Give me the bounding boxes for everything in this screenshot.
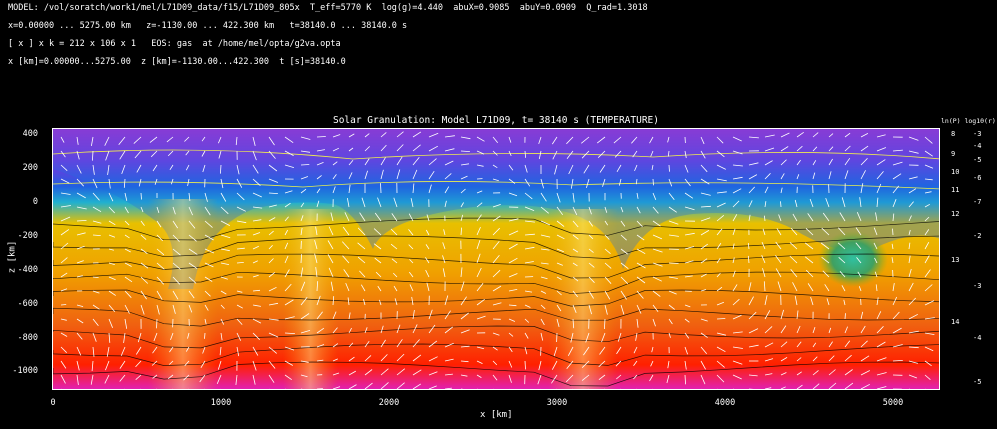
velocity-arrow xyxy=(652,388,653,389)
y-tick-minus200: -200 xyxy=(17,231,38,241)
right-tick-a-11: 11 xyxy=(951,186,960,194)
x-tick-2000: 2000 xyxy=(378,398,400,408)
y-tick-200: 200 xyxy=(22,163,38,173)
velocity-arrow xyxy=(733,388,734,389)
right-tick-b-1: -3 xyxy=(973,130,982,138)
velocity-arrow xyxy=(253,388,254,389)
header-line-ranges: x=0.00000 ... 5275.00 km z=-1130.00 ... … xyxy=(8,21,408,31)
right-tick-a-8: 8 xyxy=(951,130,956,138)
x-tick-1000: 1000 xyxy=(210,398,232,408)
right-tick-a-10: 10 xyxy=(951,168,960,176)
header-line-units: x [km]=0.00000...5275.00 z [km]=-1130.00… xyxy=(8,57,346,67)
y-tick-minus800: -800 xyxy=(17,333,38,343)
velocity-arrow xyxy=(509,388,510,389)
right-tick-b-8: -4 xyxy=(973,334,982,342)
plot-title: Solar Granulation: Model L71D09, t= 3814… xyxy=(332,115,659,126)
downflow-lane-1 xyxy=(148,199,218,389)
velocity-arrow xyxy=(60,304,67,306)
velocity-arrow xyxy=(892,228,894,236)
right-tick-a-13: 13 xyxy=(951,256,960,264)
right-tick-b-7: -3 xyxy=(973,282,982,290)
velocity-arrow xyxy=(604,388,605,389)
right-tick-b-2: -4 xyxy=(973,142,982,150)
velocity-arrow xyxy=(909,388,911,389)
velocity-arrow xyxy=(717,388,718,389)
x-axis-label: x [km] xyxy=(480,410,513,420)
velocity-arrow xyxy=(652,178,654,186)
right-tick-b-4: -6 xyxy=(973,174,982,182)
velocity-arrow xyxy=(540,388,541,389)
velocity-arrow xyxy=(493,388,494,389)
velocity-arrow xyxy=(668,164,670,172)
velocity-arrow xyxy=(204,388,205,389)
velocity-arrow xyxy=(156,388,157,389)
velocity-arrow xyxy=(380,183,382,194)
velocity-arrow xyxy=(236,388,237,389)
right-tick-b-6: -2 xyxy=(973,232,982,240)
velocity-arrow xyxy=(301,388,303,389)
velocity-arrow xyxy=(685,388,686,389)
velocity-arrow xyxy=(749,388,754,389)
y-axis-label: z [km] xyxy=(7,240,18,274)
temperature-field-image xyxy=(53,129,939,389)
x-tick-4000: 4000 xyxy=(714,398,736,408)
velocity-arrow xyxy=(780,201,782,208)
velocity-arrow xyxy=(220,388,221,389)
y-tick-0: 0 xyxy=(32,197,38,207)
velocity-arrow xyxy=(172,388,173,389)
velocity-arrow xyxy=(588,388,589,389)
velocity-arrow xyxy=(556,388,557,389)
velocity-arrow xyxy=(716,318,726,320)
velocity-arrow xyxy=(140,388,141,389)
velocity-arrow xyxy=(92,388,93,389)
right-axis: 8 9 10 11 12 13 14 -3 -4 -5 -6 -7 -2 -3 … xyxy=(941,128,997,390)
model-info-header: MODEL: /vol/soratch/work1/mel/L71D09_dat… xyxy=(8,4,648,76)
velocity-arrow xyxy=(300,164,310,166)
velocity-arrow xyxy=(701,388,702,389)
x-tick-5000: 5000 xyxy=(882,398,904,408)
velocity-arrow xyxy=(925,388,926,389)
right-tick-b-5: -7 xyxy=(973,198,982,206)
right-tick-b-9: -5 xyxy=(973,378,982,386)
velocity-arrow xyxy=(61,388,62,389)
velocity-arrow xyxy=(524,360,526,370)
velocity-arrow xyxy=(477,388,478,389)
velocity-arrow xyxy=(620,388,621,389)
y-tick-minus600: -600 xyxy=(17,299,38,309)
temperature-field-plot xyxy=(52,128,940,390)
header-line-model: MODEL: /vol/soratch/work1/mel/L71D09_dat… xyxy=(8,3,648,13)
y-tick-400: 400 xyxy=(22,129,38,139)
right-tick-a-12: 12 xyxy=(951,210,960,218)
velocity-arrow xyxy=(77,388,78,389)
x-tick-3000: 3000 xyxy=(546,398,568,408)
right-axis-header: ln(P) log10(r) xyxy=(941,117,996,125)
velocity-arrow xyxy=(204,332,206,339)
right-tick-b-3: -5 xyxy=(973,156,982,164)
velocity-arrow xyxy=(140,192,142,200)
velocity-arrow xyxy=(156,318,158,329)
right-tick-a-14: 14 xyxy=(951,318,960,326)
velocity-arrow xyxy=(461,388,464,389)
y-tick-minus1000: -1000 xyxy=(12,366,38,376)
velocity-arrow xyxy=(188,388,189,389)
velocity-arrow xyxy=(316,136,326,138)
velocity-arrow xyxy=(124,388,125,389)
velocity-arrow xyxy=(636,388,637,389)
velocity-arrow xyxy=(668,262,679,264)
header-line-grid: [ x ] x k = 212 x 106 x 1 EOS: gas at /h… xyxy=(8,39,341,49)
velocity-arrow xyxy=(572,388,573,389)
velocity-arrow xyxy=(269,388,270,389)
velocity-arrow xyxy=(844,313,846,320)
x-tick-0: 0 xyxy=(50,398,56,408)
velocity-arrow xyxy=(285,388,286,389)
velocity-arrow xyxy=(108,388,109,389)
right-tick-a-9: 9 xyxy=(951,150,956,158)
velocity-arrow xyxy=(668,388,669,389)
